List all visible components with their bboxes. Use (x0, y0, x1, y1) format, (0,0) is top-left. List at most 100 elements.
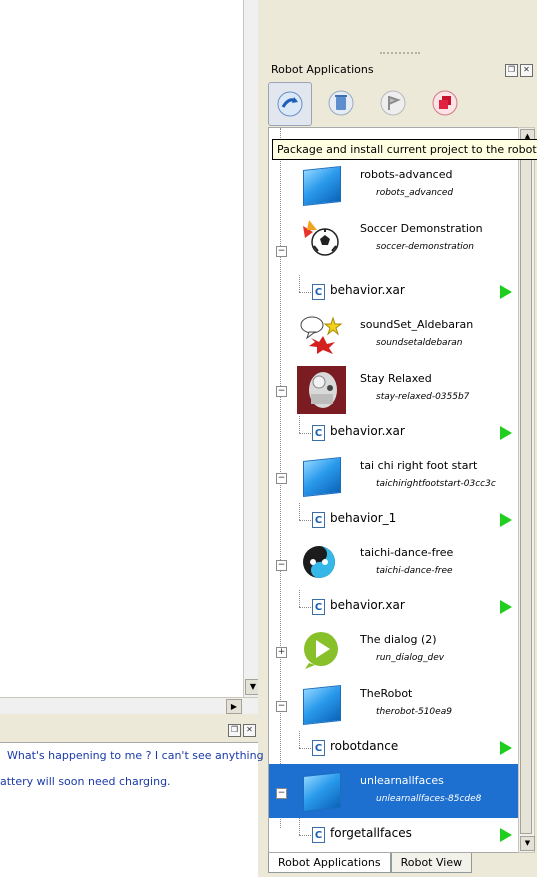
tree-branch-line (299, 835, 311, 836)
play-icon[interactable] (500, 513, 512, 527)
behavior-name: behavior.xar (330, 598, 405, 612)
app-id: taichi-dance-free (376, 566, 453, 576)
trash-icon (328, 90, 354, 116)
collapse-icon[interactable]: − (276, 246, 287, 257)
tree-branch-line (299, 416, 300, 433)
tree-branch-line (299, 275, 300, 292)
behavior-file-icon: C (312, 599, 325, 615)
collapse-icon[interactable]: − (276, 701, 287, 712)
behavior-file-icon: C (312, 827, 325, 843)
behavior-row[interactable]: C behavior.xar (269, 275, 519, 308)
cube-icon (299, 770, 343, 812)
flow-diagram-canvas[interactable] (0, 0, 246, 697)
package-install-button[interactable] (268, 82, 312, 126)
tree-branch-line (299, 818, 300, 835)
editor-horizontal-scrollbar[interactable]: ▶ (0, 697, 258, 714)
app-row-tai-chi-right-foot-start[interactable]: − tai chi right foot start taichirightfo… (269, 449, 519, 503)
tree-branch-line (299, 292, 311, 293)
package-install-icon (277, 91, 303, 117)
behavior-name: behavior.xar (330, 283, 405, 297)
behavior-name: behavior.xar (330, 424, 405, 438)
dock-resize-grip[interactable] (380, 52, 420, 58)
scroll-right-arrow-icon[interactable]: ▶ (226, 699, 242, 714)
close-dock-icon[interactable]: ✕ (520, 64, 533, 77)
log-line: What's happening to me ? I can't see any… (7, 749, 264, 762)
app-id: run_dialog_dev (376, 653, 445, 663)
tab-robot-view[interactable]: Robot View (390, 853, 473, 873)
behavior-file-icon: C (312, 425, 325, 441)
play-icon[interactable] (500, 828, 512, 842)
app-name: robots-advanced (360, 168, 453, 181)
expand-icon[interactable]: + (276, 647, 287, 658)
app-id: taichirightfootstart-03cc3c (376, 479, 496, 489)
remove-application-button[interactable] (320, 82, 362, 124)
play-icon[interactable] (500, 741, 512, 755)
yin-yang-icon (299, 542, 343, 584)
robot-photo-icon (297, 366, 346, 414)
app-id: unlearnallfaces-85cde8 (376, 794, 482, 804)
behavior-file-icon: C (312, 740, 325, 756)
stop-all-icon (432, 90, 458, 116)
tree-branch-line (299, 731, 300, 748)
tree-branch-line (299, 433, 311, 434)
cube-icon (299, 164, 343, 206)
app-row-soundset-aldebaran[interactable]: soundSet_Aldebaran soundsetaldebaran (269, 308, 519, 362)
flag-icon (380, 90, 406, 116)
log-panel-header: ❐ ✕ (0, 722, 260, 740)
cube-icon (299, 455, 343, 497)
app-row-unlearnallfaces[interactable]: − unlearnallfaces unlearnallfaces-85cde8 (269, 764, 519, 818)
applications-tree[interactable]: robots-advanced robots_advanced − Soccer… (268, 127, 520, 853)
stop-all-button[interactable] (424, 82, 466, 124)
play-icon[interactable] (500, 600, 512, 614)
set-default-button[interactable] (372, 82, 414, 124)
float-panel-icon[interactable]: ❐ (228, 724, 241, 737)
collapse-icon[interactable]: − (276, 560, 287, 571)
app-name: Soccer Demonstration (360, 222, 483, 235)
collapse-icon[interactable]: − (276, 788, 287, 799)
collapse-icon[interactable]: − (276, 386, 287, 397)
tree-branch-line (299, 503, 300, 520)
collapse-icon[interactable]: − (276, 473, 287, 484)
speech-bubble-icon (299, 314, 343, 356)
behavior-file-icon: C (312, 512, 325, 528)
app-row-stay-relaxed[interactable]: − Stay Relaxed stay-relaxed-0355b7 (269, 362, 519, 416)
scroll-down-arrow-icon[interactable]: ▼ (520, 836, 535, 851)
scrollbar-thumb[interactable] (520, 144, 532, 834)
app-name: Stay Relaxed (360, 372, 432, 385)
behavior-name: forgetallfaces (330, 826, 412, 840)
tree-branch-line (299, 607, 311, 608)
app-name: taichi-dance-free (360, 546, 454, 559)
dialog-play-icon (299, 629, 343, 671)
app-row-taichi-dance-free[interactable]: − taichi-dance-free taichi-dance-free (269, 536, 519, 590)
app-name: TheRobot (360, 687, 413, 700)
behavior-row[interactable]: C robotdance (269, 731, 519, 764)
dialog-log-panel: ❐ ✕ What's happening to me ? I can't see… (0, 722, 264, 877)
play-icon[interactable] (500, 285, 512, 299)
tree-branch-line (299, 748, 311, 749)
app-row-soccer-demonstration[interactable]: − Soccer Demonstration soccer-demonstrat… (269, 212, 519, 266)
app-row-the-dialog[interactable]: + The dialog (2) run_dialog_dev (269, 623, 519, 677)
app-name: soundSet_Aldebaran (360, 318, 474, 331)
behavior-row[interactable]: C forgetallfaces (269, 818, 519, 851)
float-dock-icon[interactable]: ❐ (505, 64, 518, 77)
behavior-name: behavior_1 (330, 511, 397, 525)
behavior-row[interactable]: C behavior.xar (269, 416, 519, 449)
dock-tabs: Robot Applications Robot View (268, 853, 473, 873)
tree-branch-line (299, 520, 311, 521)
behavior-row[interactable]: C behavior.xar (269, 590, 519, 623)
close-panel-icon[interactable]: ✕ (243, 724, 256, 737)
tree-vertical-scrollbar[interactable]: ▲ ▼ (518, 127, 535, 853)
tooltip: Package and install current project to t… (272, 139, 537, 160)
app-id: therobot-510ea9 (376, 707, 452, 717)
behavior-name: robotdance (330, 739, 399, 753)
app-row-robots-advanced[interactable]: robots-advanced robots_advanced (269, 158, 519, 212)
log-line: attery will soon need charging. (0, 775, 171, 788)
app-id: stay-relaxed-0355b7 (376, 392, 470, 402)
play-icon[interactable] (500, 426, 512, 440)
app-row-therobot[interactable]: − TheRobot therobot-510ea9 (269, 677, 519, 731)
behavior-row[interactable]: C behavior_1 (269, 503, 519, 536)
behavior-file-icon: C (312, 284, 325, 300)
tab-robot-applications[interactable]: Robot Applications (268, 853, 391, 873)
tree-branch-line (299, 590, 300, 607)
soccer-ball-icon (299, 218, 343, 260)
